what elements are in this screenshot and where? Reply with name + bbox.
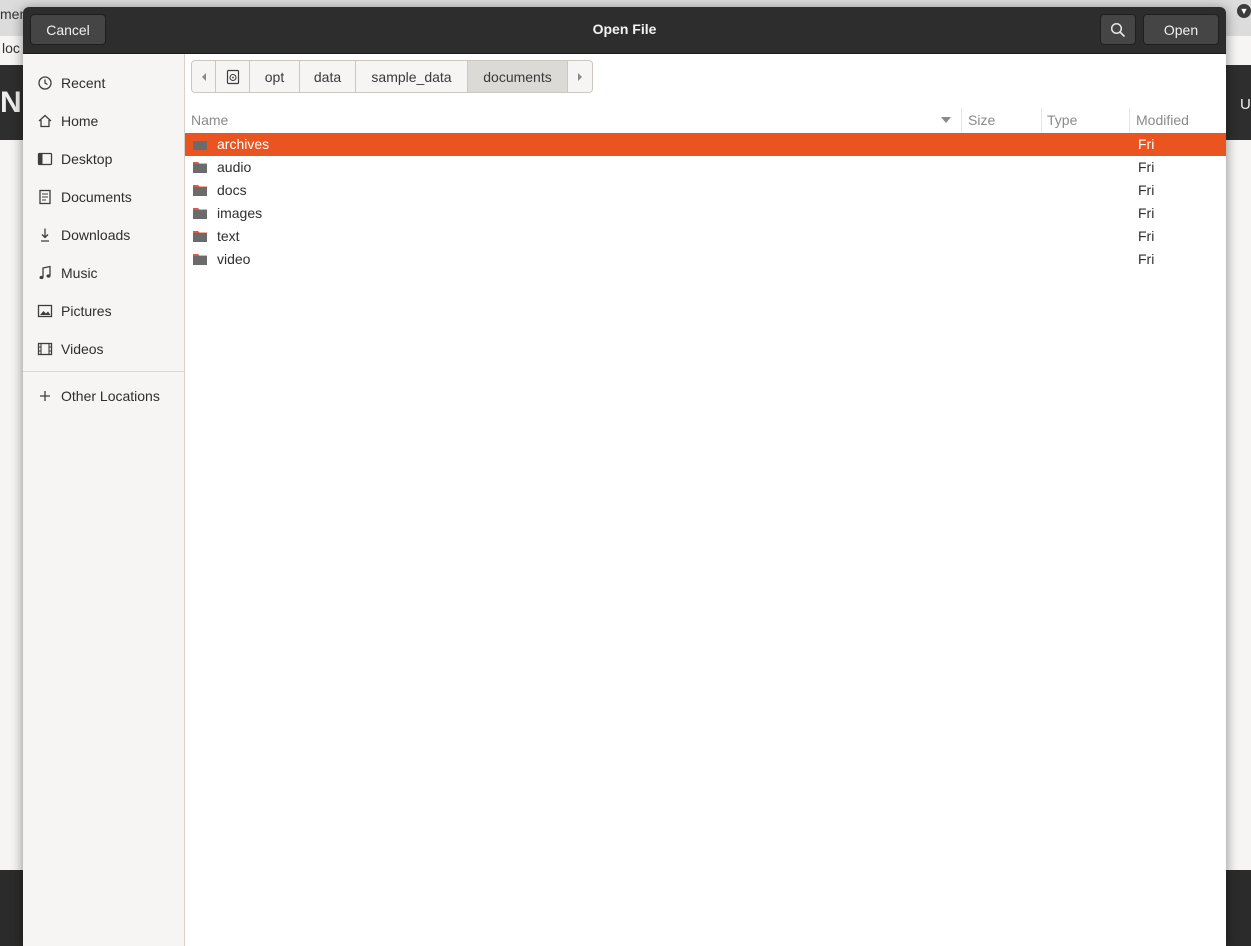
- sidebar-item-downloads[interactable]: Downloads: [23, 217, 184, 253]
- sidebar-item-label: Downloads: [61, 227, 131, 243]
- picture-icon: [37, 303, 53, 319]
- file-name: docs: [217, 182, 247, 198]
- file-modified: Fri: [1138, 136, 1155, 152]
- download-icon: [37, 227, 53, 243]
- column-header-type[interactable]: Type: [1047, 112, 1077, 128]
- file-modified: Fri: [1138, 182, 1155, 198]
- sidebar-item-other-locations[interactable]: Other Locations: [23, 378, 184, 414]
- chevron-right-icon: [578, 72, 582, 81]
- file-row[interactable]: images Fri: [185, 202, 1226, 225]
- path-segment-documents[interactable]: documents: [468, 61, 568, 92]
- sidebar-item-label: Other Locations: [61, 388, 160, 404]
- places-sidebar: Recent Home Desktop Documents Downloads: [23, 54, 185, 946]
- path-scroll-right-button[interactable]: [568, 61, 592, 92]
- sidebar-item-label: Recent: [61, 75, 106, 91]
- clock-icon: [37, 75, 53, 91]
- open-button[interactable]: Open: [1143, 14, 1219, 45]
- desktop-icon: [37, 151, 53, 167]
- file-row[interactable]: video Fri: [185, 248, 1226, 271]
- file-name: audio: [217, 159, 252, 175]
- folder-icon: [193, 139, 207, 150]
- file-modified: Fri: [1138, 228, 1155, 244]
- column-divider: [1129, 108, 1130, 133]
- sidebar-item-pictures[interactable]: Pictures: [23, 293, 184, 329]
- path-bar: opt data sample_data documents: [191, 60, 593, 93]
- path-scroll-left-button[interactable]: [192, 61, 216, 92]
- sidebar-item-documents[interactable]: Documents: [23, 179, 184, 215]
- file-modified: Fri: [1138, 205, 1155, 221]
- search-icon: [1110, 22, 1125, 37]
- search-button[interactable]: [1100, 14, 1136, 45]
- file-name: archives: [217, 136, 270, 152]
- sidebar-item-videos[interactable]: Videos: [23, 331, 184, 367]
- music-icon: [37, 265, 53, 281]
- file-row[interactable]: audio Fri: [185, 156, 1226, 179]
- document-icon: [37, 189, 53, 205]
- column-header-name[interactable]: Name: [191, 112, 228, 128]
- folder-icon: [193, 231, 207, 242]
- path-segment-data[interactable]: data: [300, 61, 356, 92]
- sidebar-item-desktop[interactable]: Desktop: [23, 141, 184, 177]
- column-header-size[interactable]: Size: [968, 112, 995, 128]
- folder-icon: [193, 254, 207, 265]
- file-name: video: [217, 251, 251, 267]
- sidebar-item-label: Videos: [61, 341, 104, 357]
- path-segment-opt[interactable]: opt: [250, 61, 300, 92]
- folder-icon: [193, 208, 207, 219]
- sidebar-item-label: Pictures: [61, 303, 112, 319]
- sidebar-item-label: Home: [61, 113, 99, 129]
- sidebar-item-home[interactable]: Home: [23, 103, 184, 139]
- folder-icon: [193, 162, 207, 173]
- chevron-down-icon: ▼: [1237, 4, 1251, 18]
- sort-descending-icon[interactable]: [941, 117, 951, 124]
- dialog-title: Open File: [592, 21, 657, 37]
- sidebar-item-label: Documents: [61, 189, 132, 205]
- sidebar-item-music[interactable]: Music: [23, 255, 184, 291]
- folder-icon: [193, 185, 207, 196]
- file-name: images: [217, 205, 263, 221]
- file-name: text: [217, 228, 240, 244]
- plus-icon: [37, 388, 53, 404]
- file-list-pane: opt data sample_data documents Name Size…: [185, 54, 1226, 946]
- file-modified: Fri: [1138, 251, 1155, 267]
- sidebar-separator: [23, 371, 184, 372]
- background-text-fragment: loc: [2, 40, 20, 56]
- column-header-modified[interactable]: Modified: [1136, 112, 1189, 128]
- file-row[interactable]: archives Fri: [185, 133, 1226, 156]
- background-text-fragment: U: [1240, 96, 1251, 113]
- background-text-fragment: N: [0, 86, 22, 119]
- path-segment-root[interactable]: [216, 61, 250, 92]
- file-row[interactable]: text Fri: [185, 225, 1226, 248]
- column-divider: [1041, 108, 1042, 133]
- column-divider: [961, 108, 962, 133]
- open-file-dialog: Cancel Open File Open Recent Home Deskto…: [23, 7, 1226, 946]
- drive-icon: [226, 69, 239, 84]
- home-icon: [37, 113, 53, 129]
- file-modified: Fri: [1138, 159, 1155, 175]
- file-row[interactable]: docs Fri: [185, 179, 1226, 202]
- chevron-left-icon: [201, 72, 206, 81]
- sidebar-item-recent[interactable]: Recent: [23, 65, 184, 101]
- video-icon: [37, 341, 53, 357]
- path-segment-sample-data[interactable]: sample_data: [356, 61, 468, 92]
- list-header: Name Size Type Modified: [185, 108, 1226, 134]
- sidebar-item-label: Music: [61, 265, 98, 281]
- dialog-headerbar: Cancel Open File Open: [23, 7, 1226, 54]
- sidebar-item-label: Desktop: [61, 151, 113, 167]
